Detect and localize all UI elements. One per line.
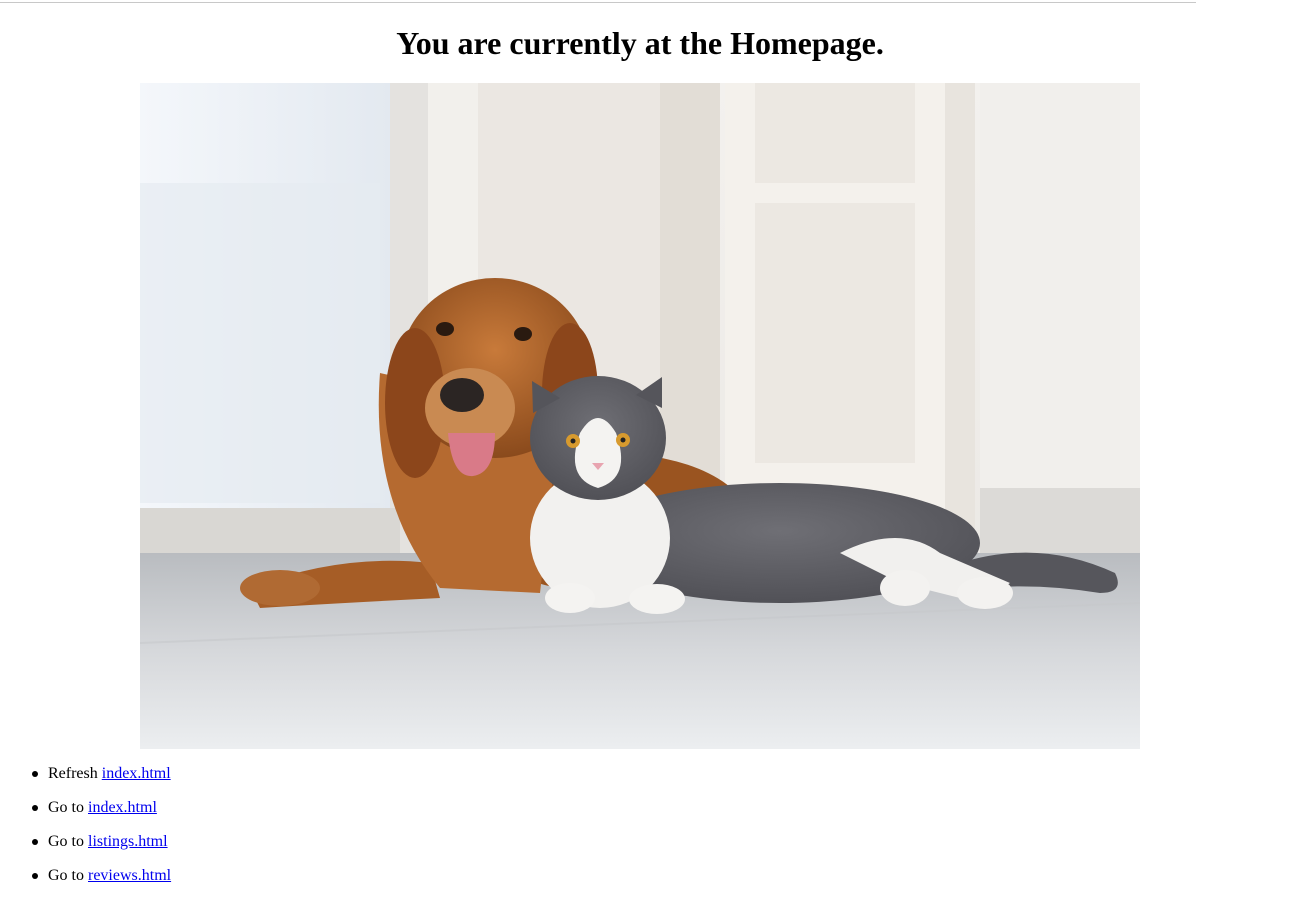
list-item-prefix: Go to [48, 833, 88, 850]
list-item: Go to listings.html [31, 832, 171, 852]
index-link[interactable]: index.html [88, 799, 157, 816]
page-title: You are currently at the Homepage. [396, 25, 884, 61]
reviews-link[interactable]: reviews.html [88, 867, 171, 884]
listings-link[interactable]: listings.html [88, 833, 168, 850]
page: You are currently at the Homepage. Refre… [0, 0, 1302, 908]
list-item: Go to index.html [31, 798, 171, 818]
list-item: Refresh index.html [31, 764, 171, 784]
list-item-prefix: Go to [48, 799, 88, 816]
nav-list: Refresh index.html Go to index.html Go t… [31, 764, 171, 900]
refresh-index-link[interactable]: index.html [102, 765, 171, 782]
hero-image [140, 83, 1140, 749]
top-divider [0, 2, 1196, 3]
list-item-prefix: Go to [48, 867, 88, 884]
list-item-prefix: Refresh [48, 765, 102, 782]
list-item: Go to reviews.html [31, 866, 171, 886]
